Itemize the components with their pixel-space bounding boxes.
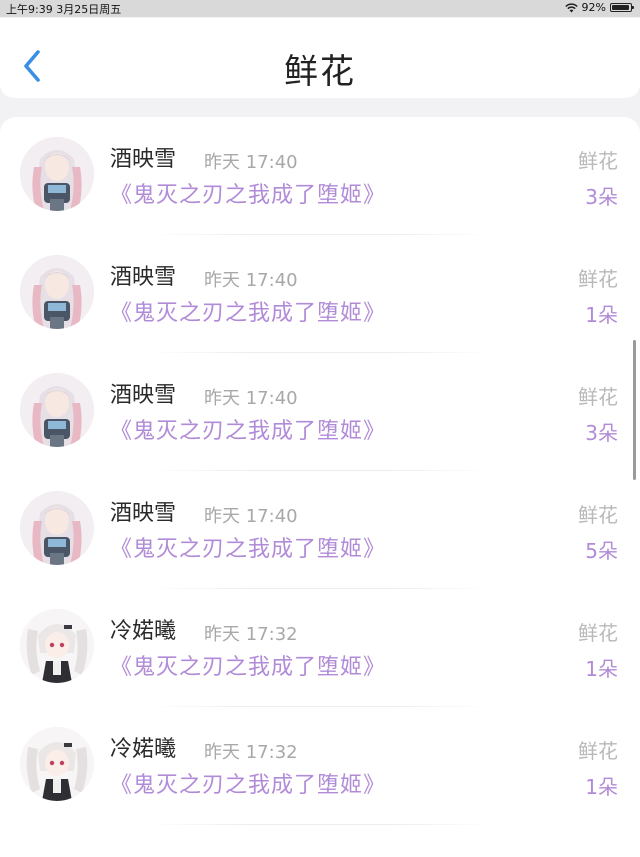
- book-title: 《鬼灭之刃之我成了堕姬》: [110, 773, 387, 798]
- user-name: 冷婼曦: [110, 737, 177, 762]
- gift-type: 鲜花: [578, 739, 618, 763]
- status-bar: 上午9:39 3月25日周五 92%: [0, 0, 640, 17]
- wifi-icon: [564, 2, 578, 12]
- record-time: 昨天 17:40: [204, 270, 298, 291]
- user-avatar[interactable]: [20, 137, 94, 211]
- gift-count: 3朵: [585, 185, 618, 209]
- gift-record-row[interactable]: 酒映雪 昨天 17:40 《鬼灭之刃之我成了堕姬》 鲜花 1朵: [0, 235, 640, 353]
- gift-type: 鲜花: [578, 503, 618, 527]
- gift-count: 1朵: [585, 657, 618, 681]
- gift-record-row[interactable]: 酒映雪 昨天 17:40 《鬼灭之刃之我成了堕姬》 鲜花 3朵: [0, 353, 640, 471]
- user-name: 酒映雪: [110, 147, 177, 172]
- battery-percent: 92%: [581, 1, 606, 14]
- gift-type: 鲜花: [578, 267, 618, 291]
- user-name: 酒映雪: [110, 383, 177, 408]
- user-name: 酒映雪: [110, 501, 177, 526]
- row-divider: [150, 824, 490, 825]
- book-title: 《鬼灭之刃之我成了堕姬》: [110, 419, 387, 444]
- status-time-date: 上午9:39 3月25日周五: [6, 3, 122, 16]
- gift-record-list: 酒映雪 昨天 17:40 《鬼灭之刃之我成了堕姬》 鲜花 3朵 酒映雪 昨天 17:40 《…: [0, 117, 640, 857]
- user-name: 酒映雪: [110, 265, 177, 290]
- gift-count: 5朵: [585, 539, 618, 563]
- gift-record-row[interactable]: 冷婼曦 昨天 17:32 《鬼灭之刃之我成了堕姬》 鲜花 1朵: [0, 707, 640, 825]
- navigation-bar: 鲜花: [0, 18, 640, 98]
- gift-count: 1朵: [585, 303, 618, 327]
- gift-count: 1朵: [585, 775, 618, 799]
- book-title: 《鬼灭之刃之我成了堕姬》: [110, 655, 387, 680]
- gift-record-row[interactable]: 酒映雪 昨天 17:40 《鬼灭之刃之我成了堕姬》 鲜花 3朵: [0, 117, 640, 235]
- gift-type: 鲜花: [578, 621, 618, 645]
- gift-type: 鲜花: [578, 385, 618, 409]
- scrollbar[interactable]: [633, 340, 636, 480]
- book-title: 《鬼灭之刃之我成了堕姬》: [110, 183, 387, 208]
- gift-count: 3朵: [585, 421, 618, 445]
- book-title: 《鬼灭之刃之我成了堕姬》: [110, 301, 387, 326]
- record-time: 昨天 17:40: [204, 152, 298, 173]
- page-title: 鲜花: [284, 52, 356, 92]
- user-avatar[interactable]: [20, 373, 94, 447]
- user-avatar[interactable]: [20, 727, 94, 801]
- battery-icon: [610, 3, 634, 12]
- record-time: 昨天 17:32: [204, 624, 298, 645]
- user-avatar[interactable]: [20, 255, 94, 329]
- user-name: 冷婼曦: [110, 619, 177, 644]
- book-title: 《鬼灭之刃之我成了堕姬》: [110, 537, 387, 562]
- record-time: 昨天 17:40: [204, 506, 298, 527]
- record-time: 昨天 17:40: [204, 388, 298, 409]
- gift-record-row[interactable]: 冷婼曦 昨天 17:32 《鬼灭之刃之我成了堕姬》 鲜花 1朵: [0, 589, 640, 707]
- gift-record-row[interactable]: 酒映雪 昨天 17:40 《鬼灭之刃之我成了堕姬》 鲜花 5朵: [0, 471, 640, 589]
- status-indicators: 92%: [564, 1, 634, 14]
- battery-level: [612, 5, 629, 10]
- record-time: 昨天 17:32: [204, 742, 298, 763]
- user-avatar[interactable]: [20, 491, 94, 565]
- gift-type: 鲜花: [578, 149, 618, 173]
- user-avatar[interactable]: [20, 609, 94, 683]
